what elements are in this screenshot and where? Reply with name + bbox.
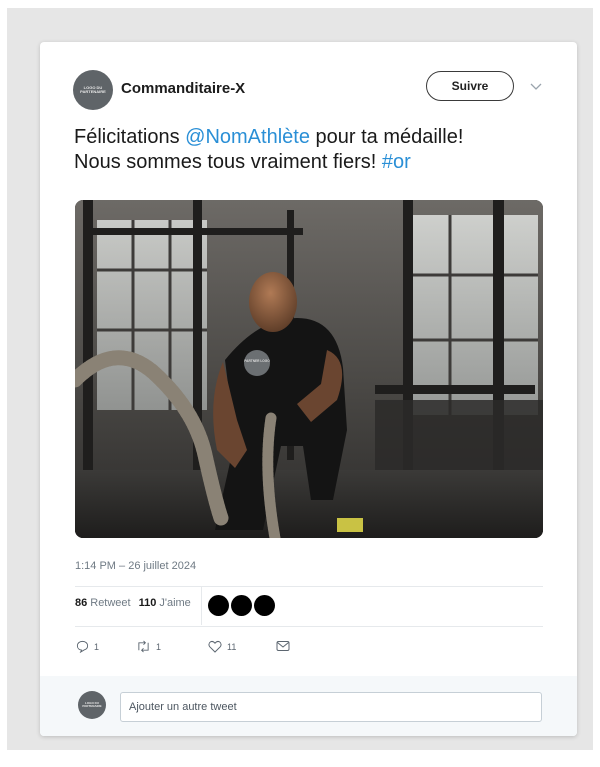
retweet-count: 86: [75, 597, 88, 609]
likers-avatars: [208, 595, 275, 616]
like-count: 110: [138, 597, 157, 609]
engagement-stats: 86 Retweet 110 J'aime: [75, 597, 191, 609]
divider: [75, 626, 543, 627]
tweet-photo[interactable]: PARTNER LOGO: [75, 200, 543, 538]
avatar-logo-text: LOGO DU PARTENAIRE: [82, 700, 102, 708]
reply-icon: [76, 640, 89, 653]
reply-input[interactable]: Ajouter un autre tweet: [120, 692, 542, 722]
tweet-text-part: Nous sommes tous vraiment fiers!: [74, 151, 382, 173]
stats-separator: [201, 587, 202, 625]
gym-athlete-image: PARTNER LOGO: [75, 200, 543, 538]
like-action[interactable]: 11: [208, 640, 236, 653]
like-label-link[interactable]: J'aime: [159, 597, 190, 609]
account-name[interactable]: Commanditaire-X: [121, 80, 245, 97]
athlete-mention-link[interactable]: @NomAthlète: [185, 126, 310, 148]
retweet-label-link[interactable]: Retweet: [90, 597, 130, 609]
tweet-timestamp[interactable]: 1:14 PM – 26 juillet 2024: [75, 560, 196, 572]
sponsor-avatar[interactable]: LOGO DU PARTENAIRE: [73, 70, 113, 110]
like-action-count: 11: [227, 641, 237, 652]
direct-message-action[interactable]: [276, 640, 295, 652]
tweet-text-part: pour ta médaille!: [309, 126, 464, 148]
tweet-card: LOGO DU PARTENAIRE Commanditaire-X Suivr…: [40, 42, 577, 736]
avatar-logo-text: LOGO DU PARTENAIRE: [80, 84, 106, 94]
hashtag-link[interactable]: #or: [382, 151, 411, 173]
chevron-down-icon[interactable]: [528, 78, 544, 94]
retweet-action-count: 1: [156, 641, 162, 652]
tweet-text-part: Félicitations: [74, 126, 186, 148]
liker-avatar[interactable]: [254, 595, 275, 616]
tweet-text: Félicitations @NomAthlète pour ta médail…: [74, 125, 544, 175]
liker-avatar[interactable]: [208, 595, 229, 616]
divider: [75, 586, 543, 587]
reply-action[interactable]: 1: [76, 640, 99, 653]
shirt-partner-logo: PARTNER LOGO: [244, 359, 270, 363]
user-avatar[interactable]: LOGO DU PARTENAIRE: [78, 691, 106, 719]
reply-count: 1: [94, 641, 100, 652]
follow-button[interactable]: Suivre: [426, 71, 514, 101]
retweet-action[interactable]: 1: [136, 640, 161, 653]
liker-avatar[interactable]: [231, 595, 252, 616]
envelope-icon: [276, 641, 290, 651]
heart-icon: [208, 640, 222, 653]
retweet-icon: [138, 640, 149, 653]
